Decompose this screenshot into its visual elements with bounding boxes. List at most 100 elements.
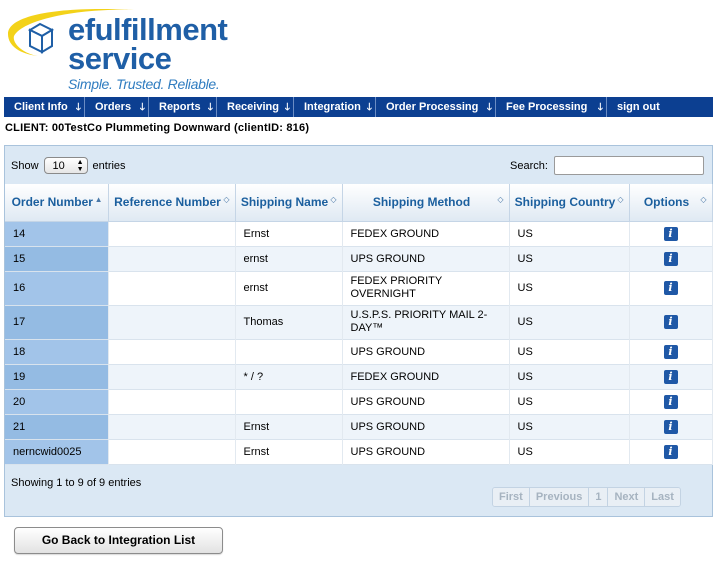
shipping-country-cell: US bbox=[509, 221, 630, 246]
table-row: nerncwid0025 Ernst UPS GROUND US i bbox=[5, 439, 713, 464]
column-header-shipping-country[interactable]: Shipping Country ◇ bbox=[509, 184, 630, 222]
reference-number-cell bbox=[108, 339, 236, 364]
reference-number-cell bbox=[108, 221, 236, 246]
table-row: 21 Ernst UPS GROUND US i bbox=[5, 414, 713, 439]
nav-label: Reports bbox=[159, 101, 201, 113]
options-cell: i bbox=[629, 271, 713, 305]
shipping-method-cell: FEDEX GROUND bbox=[342, 364, 510, 389]
pager-first-button[interactable]: First bbox=[493, 488, 530, 506]
options-cell: i bbox=[629, 389, 713, 414]
info-icon[interactable]: i bbox=[663, 419, 678, 434]
column-header-options[interactable]: Options ◇ bbox=[629, 184, 713, 222]
shipping-country-cell: US bbox=[509, 439, 630, 464]
arrow-down-icon: 🡓 bbox=[284, 102, 290, 113]
nav-orders[interactable]: Orders 🡓 bbox=[85, 97, 149, 117]
sort-both-icon: ◇ bbox=[617, 195, 624, 204]
pager-last-button[interactable]: Last bbox=[645, 488, 680, 506]
column-header-label: Order Number bbox=[11, 195, 93, 210]
nav-sign-out[interactable]: sign out bbox=[607, 97, 713, 117]
column-header-shipping-name[interactable]: Shipping Name ◇ bbox=[235, 184, 343, 222]
entries-select[interactable]: 10 ▲ ▼ bbox=[43, 157, 88, 174]
order-number-cell: 15 bbox=[5, 246, 109, 271]
reference-number-cell bbox=[108, 364, 236, 389]
options-cell: i bbox=[629, 305, 713, 339]
order-number-cell: 18 bbox=[5, 339, 109, 364]
order-number-cell: 21 bbox=[5, 414, 109, 439]
shipping-name-cell: ernst bbox=[235, 271, 343, 305]
options-cell: i bbox=[629, 339, 713, 364]
column-header-shipping-method[interactable]: Shipping Method ◇ bbox=[342, 184, 510, 222]
nav-client-info[interactable]: Client Info 🡓 bbox=[4, 97, 85, 117]
table-row: 19 * / ? FEDEX GROUND US i bbox=[5, 364, 713, 389]
column-header-reference-number[interactable]: Reference Number ◇ bbox=[108, 184, 236, 222]
info-icon[interactable]: i bbox=[663, 394, 678, 409]
arrow-down-icon: 🡓 bbox=[75, 102, 81, 113]
order-number-cell: 20 bbox=[5, 389, 109, 414]
entries-label: entries bbox=[92, 159, 126, 172]
shipping-method-cell: FEDEX GROUND bbox=[342, 221, 510, 246]
efulfillment-logo: efulfillment service Simple. Trusted. Re… bbox=[4, 4, 244, 92]
shipping-country-cell: US bbox=[509, 305, 630, 339]
pager-next-button[interactable]: Next bbox=[608, 488, 646, 506]
column-header-label: Reference Number bbox=[114, 195, 221, 210]
info-icon[interactable]: i bbox=[663, 251, 678, 266]
info-icon[interactable]: i bbox=[663, 444, 678, 459]
shipping-country-cell: US bbox=[509, 414, 630, 439]
reference-number-cell bbox=[108, 439, 236, 464]
back-to-integration-list-button[interactable]: Go Back to Integration List bbox=[14, 527, 223, 554]
info-icon[interactable]: i bbox=[663, 315, 678, 329]
shipping-method-cell: U.S.P.S. PRIORITY MAIL 2-DAY™ bbox=[342, 305, 510, 339]
search-control: Search: bbox=[510, 156, 704, 175]
select-updown-icon: ▲ ▼ bbox=[76, 159, 84, 173]
reference-number-cell bbox=[108, 271, 236, 305]
nav-label: Integration bbox=[304, 101, 361, 113]
nav-fee-processing[interactable]: Fee Processing 🡓 bbox=[496, 97, 607, 117]
info-icon[interactable]: i bbox=[663, 281, 678, 295]
column-header-label: Options bbox=[643, 195, 690, 210]
nav-label: Order Processing bbox=[386, 101, 479, 113]
logo-text-line2: service bbox=[68, 41, 172, 76]
shipping-country-cell: US bbox=[509, 389, 630, 414]
shipping-name-cell: Ernst bbox=[235, 414, 343, 439]
order-number-cell: 19 bbox=[5, 364, 109, 389]
shipping-method-cell: UPS GROUND bbox=[342, 439, 510, 464]
arrow-down-icon: 🡓 bbox=[597, 102, 603, 113]
options-cell: i bbox=[629, 439, 713, 464]
options-cell: i bbox=[629, 221, 713, 246]
shipping-name-cell: Ernst bbox=[235, 221, 343, 246]
logo-tagline: Simple. Trusted. Reliable. bbox=[68, 76, 220, 92]
table-header-row: Order Number ▲ Reference Number ◇ Shippi… bbox=[5, 184, 713, 222]
sort-both-icon: ◇ bbox=[497, 195, 504, 204]
shipping-name-cell: Ernst bbox=[235, 439, 343, 464]
reference-number-cell bbox=[108, 246, 236, 271]
entries-select-value: 10 bbox=[52, 159, 65, 172]
arrow-down-icon: 🡓 bbox=[366, 102, 372, 113]
info-icon[interactable]: i bbox=[663, 226, 678, 241]
shipping-method-cell: UPS GROUND bbox=[342, 339, 510, 364]
nav-reports[interactable]: Reports 🡓 bbox=[149, 97, 217, 117]
pager-previous-button[interactable]: Previous bbox=[529, 488, 590, 506]
sort-both-icon: ◇ bbox=[330, 195, 337, 204]
info-icon[interactable]: i bbox=[663, 344, 678, 359]
sort-ascending-icon: ▲ bbox=[94, 195, 103, 204]
nav-receiving[interactable]: Receiving 🡓 bbox=[217, 97, 294, 117]
table-row: 14 Ernst FEDEX GROUND US i bbox=[5, 221, 713, 246]
nav-order-processing[interactable]: Order Processing 🡓 bbox=[376, 97, 496, 117]
sort-both-icon: ◇ bbox=[700, 195, 707, 204]
info-icon[interactable]: i bbox=[663, 369, 678, 384]
pager-page-1-button[interactable]: 1 bbox=[589, 488, 609, 506]
options-cell: i bbox=[629, 414, 713, 439]
search-input[interactable] bbox=[553, 156, 704, 175]
order-number-cell: 14 bbox=[5, 221, 109, 246]
reference-number-cell bbox=[108, 305, 236, 339]
orders-table-wrapper: Show 10 ▲▼ entries Search: Order Number bbox=[4, 145, 713, 517]
table-row: 15 ernst UPS GROUND US i bbox=[5, 246, 713, 271]
nav-integration[interactable]: Integration 🡓 bbox=[294, 97, 376, 117]
column-header-order-number[interactable]: Order Number ▲ bbox=[5, 184, 109, 222]
order-number-cell: 17 bbox=[5, 305, 109, 339]
shipping-country-cell: US bbox=[509, 364, 630, 389]
arrow-down-icon: 🡓 bbox=[139, 102, 145, 113]
shipping-method-cell: UPS GROUND bbox=[342, 389, 510, 414]
show-label: Show bbox=[11, 159, 39, 172]
nav-label: Fee Processing bbox=[506, 101, 588, 113]
